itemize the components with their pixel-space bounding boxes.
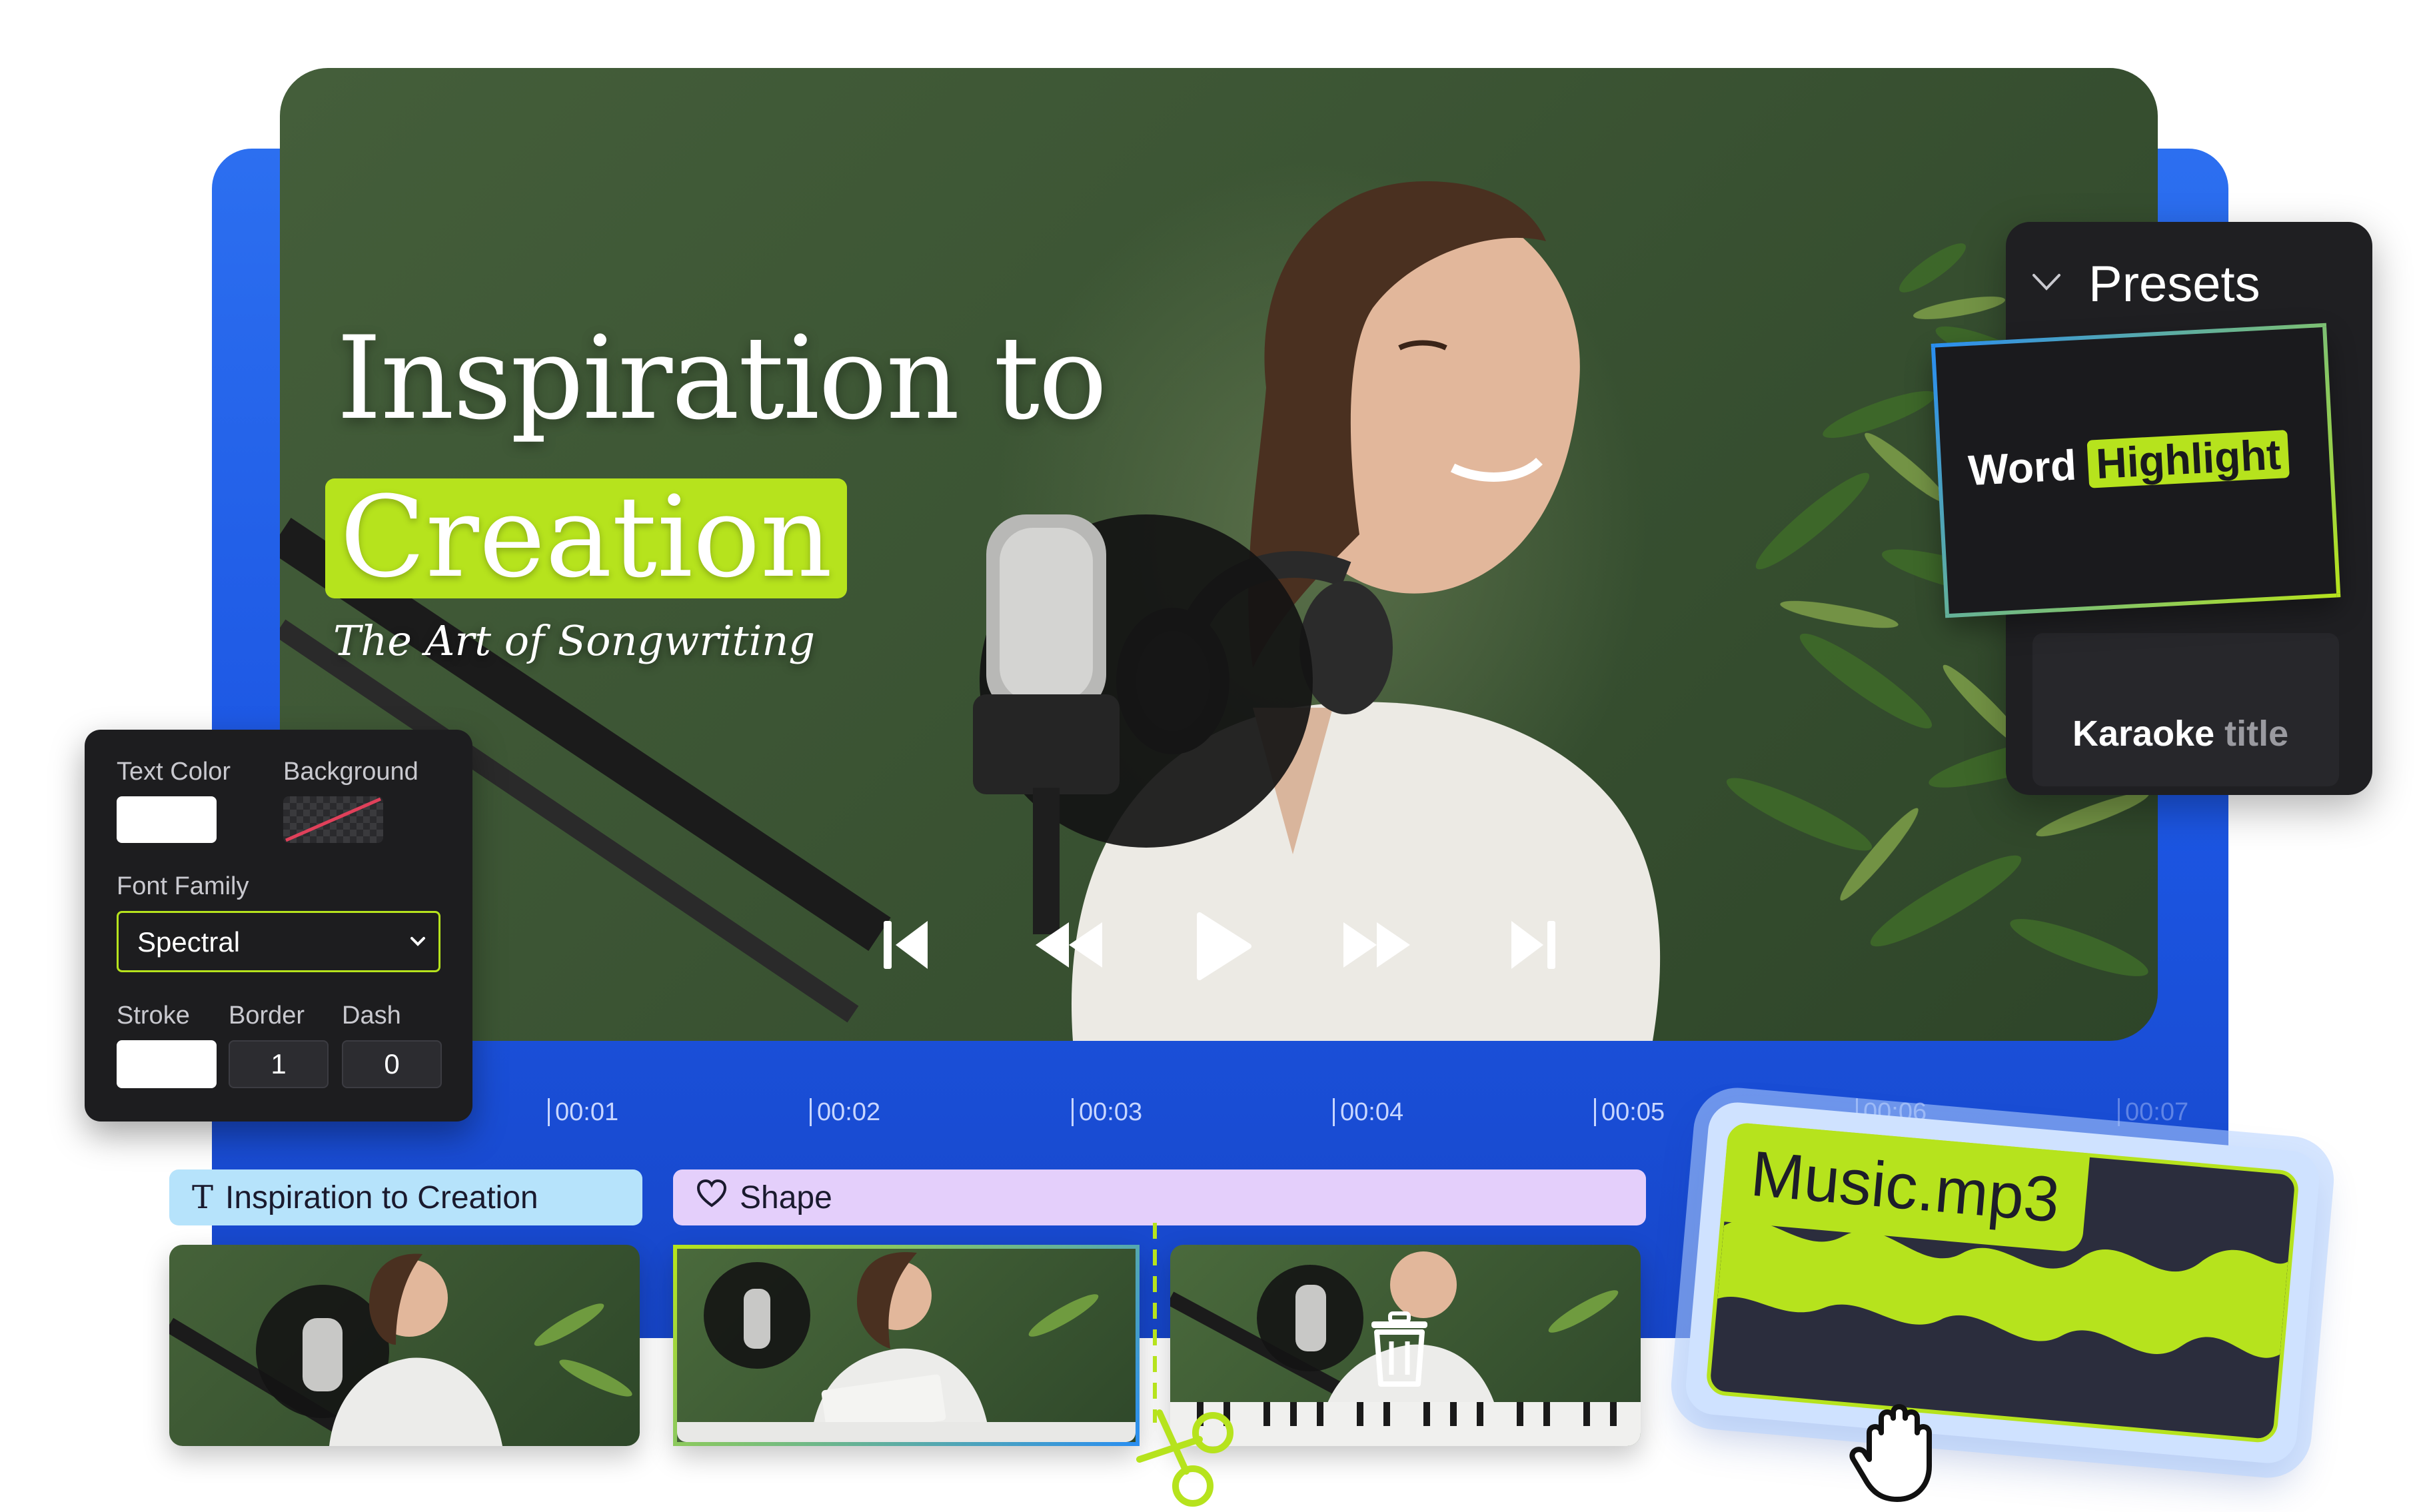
video-clip-2-selected[interactable] — [673, 1245, 1140, 1446]
border-input[interactable]: 1 — [229, 1040, 329, 1088]
text-properties-panel: Text Color Background Font Family Spectr… — [85, 730, 472, 1122]
karaoke-rest: title — [2224, 714, 2289, 754]
background-label: Background — [283, 758, 418, 786]
timeline-tick: 00:02 — [810, 1098, 880, 1126]
text-color-swatch[interactable] — [117, 796, 217, 843]
font-family-value: Spectral — [137, 926, 241, 958]
timeline-tick: 00:03 — [1072, 1098, 1142, 1126]
fast-forward-icon[interactable] — [1339, 918, 1413, 972]
skip-forward-icon[interactable] — [1506, 913, 1559, 977]
shape-track-label[interactable]: Shape — [673, 1169, 1646, 1225]
video-subtitle[interactable]: The Art of Songwriting — [333, 616, 815, 665]
chevron-down-icon — [408, 932, 428, 954]
stroke-color-swatch[interactable] — [117, 1040, 217, 1088]
audio-clip[interactable]: Music.mp3 — [1683, 1100, 2322, 1466]
text-track-label[interactable]: T Inspiration to Creation — [169, 1169, 642, 1225]
word-highlight-highlight: Highlight — [2086, 430, 2290, 488]
skip-back-icon[interactable] — [880, 913, 933, 977]
border-label: Border — [229, 1002, 305, 1030]
preset-word-highlight[interactable]: Word Highlight — [1931, 323, 2341, 618]
presets-title: Presets — [2088, 256, 2260, 313]
shape-track-name: Shape — [740, 1179, 832, 1215]
play-icon[interactable] — [1193, 910, 1253, 983]
timeline-tick: 00:05 — [1594, 1098, 1665, 1126]
background-color-swatch[interactable] — [283, 796, 383, 843]
text-track-name: Inspiration to Creation — [225, 1179, 538, 1215]
dash-label: Dash — [342, 1002, 401, 1030]
video-title-line1[interactable]: Inspiration to — [337, 321, 1108, 436]
heart-icon — [696, 1179, 728, 1216]
timeline-tick: 00:01 — [548, 1098, 618, 1126]
chevron-down-icon[interactable] — [2030, 270, 2063, 297]
dash-input[interactable]: 0 — [342, 1040, 442, 1088]
karaoke-word: Karaoke — [2072, 714, 2215, 754]
timeline-tick: 00:04 — [1333, 1098, 1403, 1126]
font-family-label: Font Family — [117, 872, 249, 900]
trash-icon[interactable] — [1366, 1309, 1433, 1392]
stroke-label: Stroke — [117, 1002, 190, 1030]
hand-cursor-icon — [1843, 1386, 1963, 1509]
rewind-icon[interactable] — [1033, 918, 1106, 972]
word-highlight-word: Word — [1967, 440, 2078, 495]
font-family-select[interactable]: Spectral — [117, 911, 440, 972]
text-icon: T — [192, 1179, 214, 1216]
scissors-icon[interactable] — [1133, 1399, 1253, 1512]
text-color-label: Text Color — [117, 758, 231, 786]
playhead[interactable] — [1153, 1223, 1157, 1423]
timeline-tick: 00:07 — [2118, 1098, 2188, 1126]
preset-karaoke-title[interactable]: Karaoke title — [2032, 633, 2339, 786]
video-clip-1[interactable] — [169, 1245, 640, 1446]
video-title-highlight[interactable]: Creation — [325, 478, 848, 598]
